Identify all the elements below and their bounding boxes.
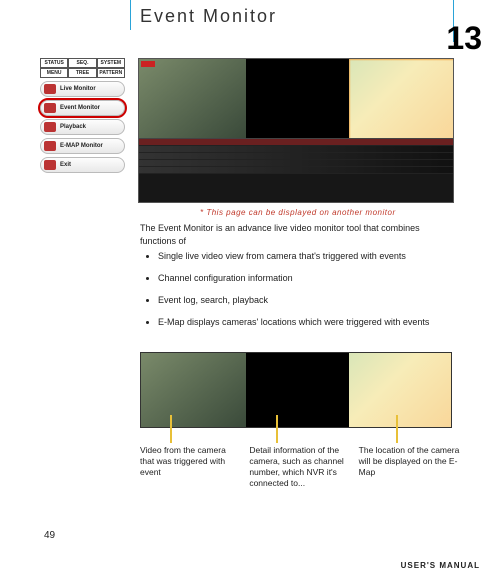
menu-playback: Playback <box>40 119 125 135</box>
bullet-item: Channel configuration information <box>158 272 446 284</box>
bullet-item: Single live video view from camera that'… <box>158 250 446 262</box>
video-pane <box>139 59 246 138</box>
menu-exit: Exit <box>40 157 125 173</box>
screenshot-detail <box>140 352 452 428</box>
event-icon <box>44 103 56 113</box>
caption-map: The location of the camera will be displ… <box>359 445 460 489</box>
callout-line <box>170 415 172 443</box>
note-text: * This page can be displayed on another … <box>200 208 396 217</box>
bullet-item: E-Map displays cameras' locations which … <box>158 316 446 328</box>
menu-label: Playback <box>60 124 86 130</box>
caption-row: Video from the camera that was triggered… <box>140 445 460 489</box>
footer-text: USER'S MANUAL <box>401 561 480 570</box>
menu-emap: E-MAP Monitor <box>40 138 125 154</box>
tab-seq: SEQ. <box>68 58 96 68</box>
bullet-item: Event log, search, playback <box>158 294 446 306</box>
menu-label: Exit <box>60 162 71 168</box>
sidebar-menu: STATUS SEQ. SYSTEM MENU TREE PATTERN Liv… <box>40 58 125 173</box>
feature-list: Single live video view from camera that'… <box>158 250 446 339</box>
menu-label: E-MAP Monitor <box>60 143 103 149</box>
tab-status: STATUS <box>40 58 68 68</box>
menu-label: Live Monitor <box>60 86 96 92</box>
page-title: Event Monitor <box>140 6 277 27</box>
monitor-icon <box>44 84 56 94</box>
screenshot-main <box>138 58 454 203</box>
tab-tree: TREE <box>68 68 96 78</box>
map-pane-2 <box>349 353 451 427</box>
tab-pattern: PATTERN <box>97 68 125 78</box>
menu-live-monitor: Live Monitor <box>40 81 125 97</box>
caption-video: Video from the camera that was triggered… <box>140 445 241 489</box>
intro-text: The Event Monitor is an advance live vid… <box>140 222 447 247</box>
page-number: 49 <box>44 530 55 541</box>
exit-icon <box>44 160 56 170</box>
caption-info: Detail information of the camera, such a… <box>249 445 350 489</box>
chapter-number: 13 <box>446 20 482 57</box>
map-pane <box>349 59 453 138</box>
info-pane <box>246 59 350 138</box>
tab-menu: MENU <box>40 68 68 78</box>
log-pane <box>139 138 453 202</box>
video-pane-2 <box>141 353 246 427</box>
info-pane-2 <box>246 353 348 427</box>
callout-line <box>276 415 278 443</box>
playback-icon <box>44 122 56 132</box>
menu-event-monitor: Event Monitor <box>40 100 125 116</box>
callout-line <box>396 415 398 443</box>
tab-system: SYSTEM <box>97 58 125 68</box>
map-icon <box>44 141 56 151</box>
menu-label: Event Monitor <box>60 105 100 111</box>
